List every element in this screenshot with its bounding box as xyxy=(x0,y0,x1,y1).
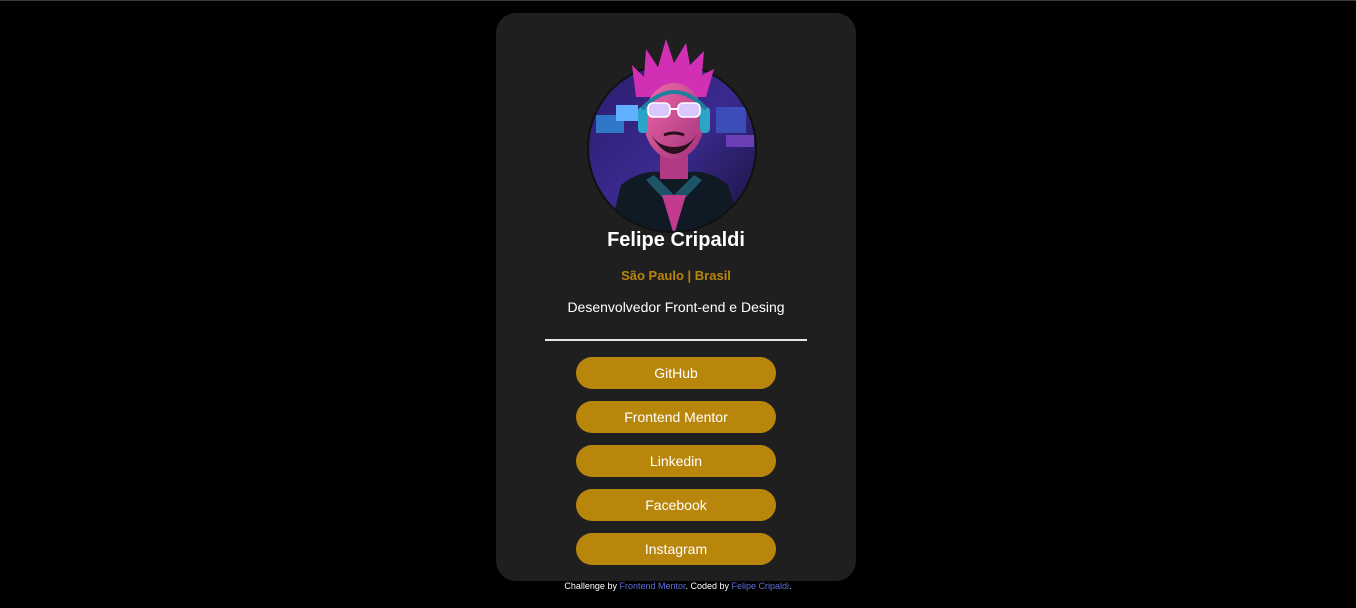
profile-bio: Desenvolvedor Front-end e Desing xyxy=(567,299,785,315)
frontend-mentor-link-button[interactable]: Frontend Mentor xyxy=(576,401,776,433)
top-border xyxy=(0,0,1356,1)
profile-card: Felipe Cripaldi São Paulo | Brasil Desen… xyxy=(496,13,856,581)
facebook-link-button[interactable]: Facebook xyxy=(576,489,776,521)
linkedin-link-button[interactable]: Linkedin xyxy=(576,445,776,477)
author-attribution-link[interactable]: Felipe Cripaldi xyxy=(732,581,790,591)
attribution-footer: Challenge by Frontend Mentor. Coded by F… xyxy=(0,581,1356,591)
divider xyxy=(545,339,807,341)
social-links-list: GitHub Frontend Mentor Linkedin Facebook… xyxy=(576,357,776,577)
attribution-suffix: . xyxy=(789,581,792,591)
avatar xyxy=(587,39,757,233)
profile-location: São Paulo | Brasil xyxy=(621,268,731,283)
frontend-mentor-attribution-link[interactable]: Frontend Mentor xyxy=(619,581,685,591)
attribution-prefix: Challenge by xyxy=(564,581,620,591)
github-link-button[interactable]: GitHub xyxy=(576,357,776,389)
profile-name: Felipe Cripaldi xyxy=(607,229,745,251)
attribution-middle: . Coded by xyxy=(685,581,732,591)
instagram-link-button[interactable]: Instagram xyxy=(576,533,776,565)
